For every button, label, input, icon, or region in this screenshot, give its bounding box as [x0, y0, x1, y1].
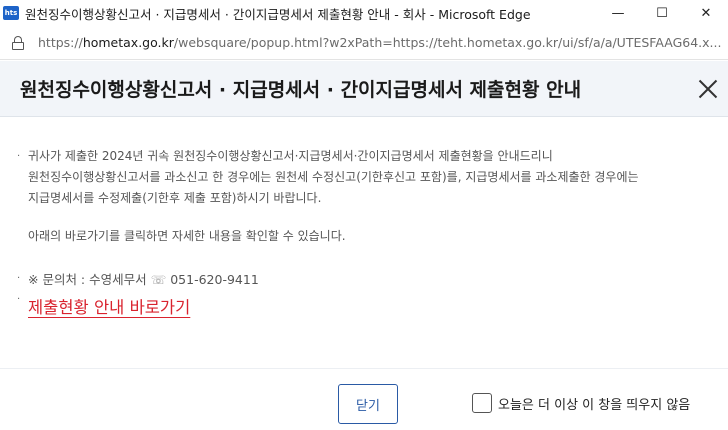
contact-prefix: ※ 문의처 : 수영세무서: [28, 272, 147, 287]
contact-phone: 051-620-9411: [170, 272, 259, 287]
url-text[interactable]: https://hometax.go.kr/websquare/popup.ht…: [38, 35, 728, 50]
close-icon[interactable]: [694, 75, 722, 103]
popup-title: 원천징수이행상황신고서 · 지급명세서 · 간이지급명세서 제출현황 안내: [20, 79, 582, 101]
close-button[interactable]: 닫기: [338, 384, 398, 424]
popup-header: 원천징수이행상황신고서 · 지급명세서 · 간이지급명세서 제출현황 안내: [0, 61, 728, 117]
window-close-button[interactable]: ✕: [684, 0, 728, 26]
minimize-button[interactable]: —: [596, 0, 640, 26]
bullet-icon: ·: [17, 151, 21, 162]
contact-info: ※ 문의처 : 수영세무서 ☏ 051-620-9411: [28, 269, 259, 288]
dont-show-checkbox[interactable]: [472, 393, 492, 413]
notice-line-3: 지급명세서를 수정제출(기한후 제출 포함)하시기 바랍니다.: [28, 191, 322, 205]
lock-icon[interactable]: [12, 35, 24, 50]
maximize-button[interactable]: ☐: [640, 0, 684, 26]
dont-show-label[interactable]: 오늘은 더 이상 이 창을 띄우지 않음: [498, 394, 690, 413]
footer-divider: [0, 368, 728, 369]
url-prefix: https://: [38, 35, 83, 50]
notice-line-4: 아래의 바로가기를 클릭하면 자세한 내용을 확인할 수 있습니다.: [28, 229, 346, 243]
window-controls: — ☐ ✕: [596, 0, 728, 26]
url-domain: hometax.go.kr: [82, 35, 174, 50]
window-titlebar: hts 원천징수이행상황신고서 · 지급명세서 · 간이지급명세서 제출현황 안…: [0, 0, 728, 26]
notice-line-2: 원천징수이행상황신고서를 과소신고 한 경우에는 원천세 수정신고(기한후신고 …: [28, 170, 639, 184]
dont-show-today[interactable]: 오늘은 더 이상 이 창을 띄우지 않음: [472, 393, 690, 413]
edge-app-icon: hts: [3, 6, 19, 20]
window-title: 원천징수이행상황신고서 · 지급명세서 · 간이지급명세서 제출현황 안내 - …: [25, 6, 531, 22]
bullet-icon: ·: [17, 294, 21, 305]
notice-line-1: 귀사가 제출한 2024년 귀속 원천징수이행상황신고서·지급명세서·간이지급명…: [28, 149, 553, 163]
address-bar[interactable]: https://hometax.go.kr/websquare/popup.ht…: [0, 26, 728, 60]
url-path: /websquare/popup.html?w2xPath=https://te…: [173, 35, 722, 50]
bullet-icon: ·: [17, 273, 21, 284]
status-guide-link[interactable]: 제출현황 안내 바로가기: [28, 294, 190, 318]
phone-icon: ☏: [150, 272, 167, 287]
